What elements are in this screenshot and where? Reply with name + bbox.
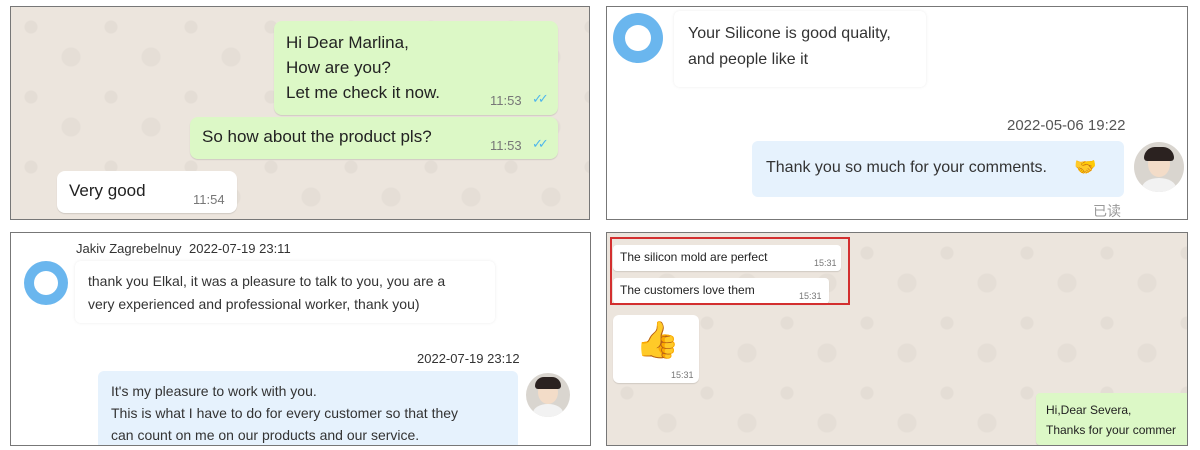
bot-avatar <box>24 261 68 305</box>
read-ticks-icon: ✓✓ <box>532 136 549 151</box>
message-timestamp: 2022-05-06 19:22 <box>1007 117 1126 134</box>
sender-name: Jakiv Zagrebelnuy <box>76 241 182 256</box>
message-bubble-incoming[interactable]: 👍 15:31 <box>613 315 699 383</box>
whatsapp-chat-panel-4: The silicon mold are perfect 15:31 The c… <box>606 232 1188 446</box>
highlight-box <box>610 237 850 305</box>
message-bubble-incoming[interactable]: thank you Elkal, it was a pleasure to ta… <box>75 261 495 323</box>
message-line: Hi,Dear Severa, <box>1046 403 1132 417</box>
whatsapp-chat-panel-1: Hi Dear Marlina, How are you? Let me che… <box>10 6 590 220</box>
message-line: Your Silicone is good quality, <box>688 25 891 42</box>
message-line: thank you Elkal, it was a pleasure to ta… <box>88 273 446 289</box>
read-status: 已读 <box>1093 203 1121 219</box>
message-line: Thanks for your commer <box>1046 423 1177 437</box>
bot-avatar <box>613 13 663 63</box>
user-avatar-photo <box>1134 142 1184 192</box>
message-line: Hi Dear Marlina, <box>286 33 409 52</box>
message-bubble-outgoing[interactable]: So how about the product pls? 11:53 ✓✓ <box>190 117 558 159</box>
handshake-emoji-icon: 🤝 <box>1074 157 1097 177</box>
message-bubble-outgoing[interactable]: Hi Dear Marlina, How are you? Let me che… <box>274 21 558 115</box>
message-line: very experienced and professional worker… <box>88 296 420 312</box>
chat-panel-3: Jakiv Zagrebelnuy 2022-07-19 23:11 thank… <box>10 232 591 446</box>
message-line: can count on me on our products and our … <box>111 427 420 443</box>
message-time: 15:31 <box>671 370 694 380</box>
message-text: Thank you so much for your comments. <box>766 159 1047 176</box>
message-timestamp: 2022-07-19 23:11 <box>189 241 291 256</box>
message-timestamp: 2022-07-19 23:12 <box>417 351 520 366</box>
message-time: 11:53 <box>490 93 522 108</box>
message-line: Let me check it now. <box>286 83 441 102</box>
message-text: Very good <box>69 181 146 200</box>
message-line: and people like it <box>688 51 809 68</box>
message-line: This is what I have to do for every cust… <box>111 405 459 421</box>
message-time: 11:54 <box>193 192 225 207</box>
message-text: So how about the product pls? <box>202 127 432 146</box>
read-ticks-icon: ✓✓ <box>532 91 549 106</box>
message-bubble-outgoing[interactable]: It's my pleasure to work with you. This … <box>98 371 518 445</box>
message-line: It's my pleasure to work with you. <box>111 383 317 399</box>
message-bubble-outgoing[interactable]: Thank you so much for your comments. 🤝 <box>752 141 1124 197</box>
thumbs-up-emoji-icon: 👍 <box>635 319 680 360</box>
chat-panel-2: Your Silicone is good quality, and peopl… <box>606 6 1188 220</box>
message-bubble-incoming[interactable]: Very good 11:54 <box>57 171 237 213</box>
message-line: How are you? <box>286 58 391 77</box>
message-bubble-incoming[interactable]: Your Silicone is good quality, and peopl… <box>674 11 926 87</box>
message-bubble-outgoing[interactable]: Hi,Dear Severa, Thanks for your commer <box>1036 393 1187 445</box>
message-time: 11:53 <box>490 138 522 153</box>
user-avatar-photo <box>526 373 570 417</box>
